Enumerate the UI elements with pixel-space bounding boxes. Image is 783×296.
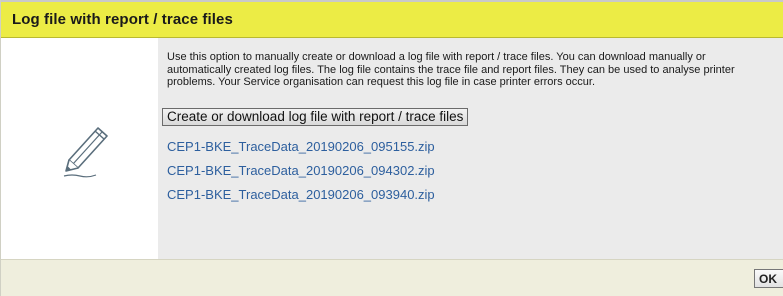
log-file-dialog: Log file with report / trace files Use t… — [0, 0, 783, 296]
description-text: Use this option to manually create or do… — [167, 51, 735, 88]
create-log-file-button[interactable]: Create or download log file with report … — [162, 108, 469, 126]
log-file-link[interactable]: CEP1-BKE_TraceData_20190206_093940.zip — [167, 187, 435, 211]
dialog-title-bar: Log file with report / trace files — [1, 0, 783, 38]
content-pane: Use this option to manually create or do… — [158, 38, 783, 259]
dialog-title: Log file with report / trace files — [12, 11, 233, 28]
log-file-link[interactable]: CEP1-BKE_TraceData_20190206_095155.zip — [167, 139, 435, 163]
ok-button[interactable]: OK — [754, 269, 783, 288]
dialog-footer: OK — [1, 259, 783, 296]
pencil-icon — [63, 127, 108, 178]
log-file-list: CEP1-BKE_TraceData_20190206_095155.zip C… — [167, 139, 435, 211]
log-file-link[interactable]: CEP1-BKE_TraceData_20190206_094302.zip — [167, 163, 435, 187]
icon-pane — [2, 38, 158, 259]
